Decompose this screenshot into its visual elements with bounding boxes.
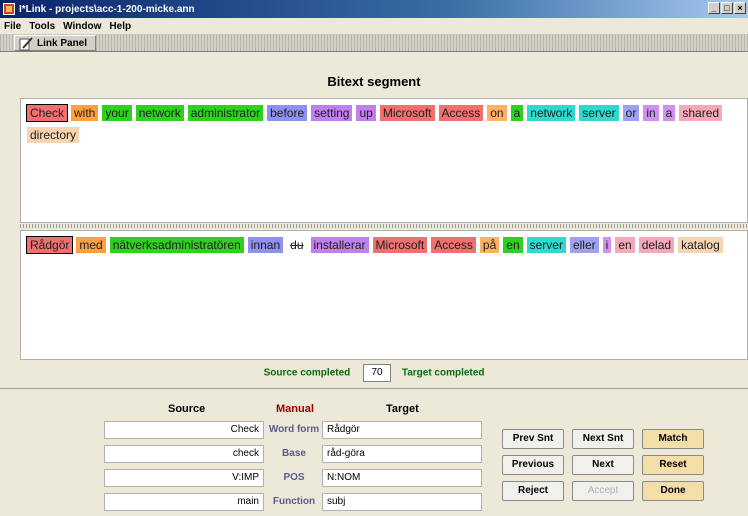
source-word[interactable]: directory — [27, 127, 80, 143]
menu-bar: File Tools Window Help — [0, 18, 748, 34]
target-word[interactable]: eller — [569, 237, 599, 253]
function-label: Function — [272, 496, 316, 507]
source-function-field[interactable]: main — [104, 493, 264, 511]
target-header: Target — [386, 403, 419, 415]
target-word[interactable]: delad — [638, 237, 675, 253]
source-pos-field[interactable]: V:IMP — [104, 469, 264, 487]
window-title: I*Link - projects\acc-1-200-micke.ann — [19, 3, 195, 15]
source-word[interactable]: with — [71, 105, 99, 121]
pencil-icon — [19, 37, 33, 51]
target-function-field[interactable]: subj — [322, 493, 482, 511]
source-pane: Check with your network administrator before s… — [20, 98, 748, 223]
reject-button[interactable]: Reject — [502, 481, 564, 501]
target-word[interactable]: Microsoft — [372, 237, 428, 253]
target-word[interactable]: installerar — [310, 237, 369, 253]
completion-count: 70 — [363, 364, 392, 382]
next-snt-button[interactable]: Next Snt — [572, 429, 634, 449]
target-word[interactable]: katalog — [678, 237, 723, 253]
target-word[interactable]: med — [76, 237, 106, 253]
minimize-button[interactable]: _ — [708, 2, 720, 14]
source-word[interactable]: server — [579, 105, 619, 121]
wordform-label: Word form — [268, 424, 320, 435]
target-word[interactable]: du — [287, 237, 307, 253]
tab-link-panel[interactable]: Link Panel — [14, 35, 97, 51]
target-word[interactable]: en — [503, 237, 523, 253]
source-wordform-field[interactable]: Check — [104, 421, 264, 439]
completion-status: Source completed 70 Target completed — [0, 364, 748, 382]
target-base-field[interactable]: råd-göra — [322, 445, 482, 463]
target-word[interactable]: på — [479, 237, 500, 253]
source-word[interactable]: network — [527, 105, 576, 121]
target-pane: Rådgör med nätverksadministratören innan du i… — [20, 230, 748, 360]
source-word[interactable]: before — [267, 105, 308, 121]
target-pos-field[interactable]: N:NOM — [322, 469, 482, 487]
source-word[interactable]: administrator — [187, 105, 264, 121]
source-word[interactable]: on — [487, 105, 507, 121]
pane-splitter[interactable] — [20, 224, 748, 228]
source-word[interactable]: up — [356, 105, 376, 121]
target-word[interactable]: i — [602, 237, 612, 253]
target-word[interactable]: Rådgör — [25, 236, 74, 254]
target-word[interactable]: nätverksadministratören — [109, 237, 244, 253]
pos-label: POS — [283, 472, 305, 483]
target-wordform-field[interactable]: Rådgör — [322, 421, 482, 439]
match-button[interactable]: Match — [642, 429, 704, 449]
source-word[interactable]: a — [510, 105, 524, 121]
target-word[interactable]: en — [615, 237, 635, 253]
source-header: Source — [168, 403, 206, 415]
source-completed-label: Source completed — [263, 367, 351, 379]
reset-button[interactable]: Reset — [642, 455, 704, 475]
source-word[interactable]: setting — [311, 105, 353, 121]
maximize-button[interactable]: □ — [721, 2, 733, 14]
target-word[interactable]: innan — [247, 237, 284, 253]
next-button[interactable]: Next — [572, 455, 634, 475]
source-word[interactable]: a — [662, 105, 676, 121]
source-word[interactable]: your — [102, 105, 132, 121]
target-word-list: Rådgör med nätverksadministratören innan du i… — [21, 231, 747, 261]
base-label: Base — [282, 448, 306, 459]
source-word[interactable]: or — [622, 105, 640, 121]
source-word[interactable]: shared — [679, 105, 723, 121]
menu-file[interactable]: File — [0, 21, 25, 32]
source-base-field[interactable]: check — [104, 445, 264, 463]
details-panel: Source Manual Target Check Word form Råd… — [0, 388, 748, 516]
target-completed-label: Target completed — [401, 367, 485, 379]
menu-tools[interactable]: Tools — [25, 21, 59, 32]
source-word[interactable]: Check — [25, 104, 69, 122]
source-word[interactable]: Access — [438, 105, 484, 121]
prev-snt-button[interactable]: Prev Snt — [502, 429, 564, 449]
tab-label: Link Panel — [37, 38, 88, 49]
source-word[interactable]: network — [135, 105, 184, 121]
source-word[interactable]: Microsoft — [379, 105, 435, 121]
title-bar: I*Link - projects\acc-1-200-micke.ann _ … — [0, 0, 748, 18]
menu-window[interactable]: Window — [59, 21, 105, 32]
bitext-panel: Bitext segment Check with your network admin… — [0, 52, 748, 388]
source-word-list: Check with your network administrator before s… — [21, 99, 747, 151]
done-button[interactable]: Done — [642, 481, 704, 501]
app-icon — [3, 3, 15, 15]
source-word[interactable]: in — [643, 105, 659, 121]
panel-heading: Bitext segment — [327, 74, 421, 89]
menu-help[interactable]: Help — [105, 21, 135, 32]
previous-button[interactable]: Previous — [502, 455, 564, 475]
target-word[interactable]: server — [526, 237, 566, 253]
target-word[interactable]: Access — [431, 237, 476, 253]
manual-header: Manual — [276, 403, 314, 415]
accept-button[interactable]: Accept — [572, 481, 634, 501]
panel-tab-bar: Link Panel — [0, 34, 748, 52]
close-button[interactable]: × — [734, 2, 746, 14]
